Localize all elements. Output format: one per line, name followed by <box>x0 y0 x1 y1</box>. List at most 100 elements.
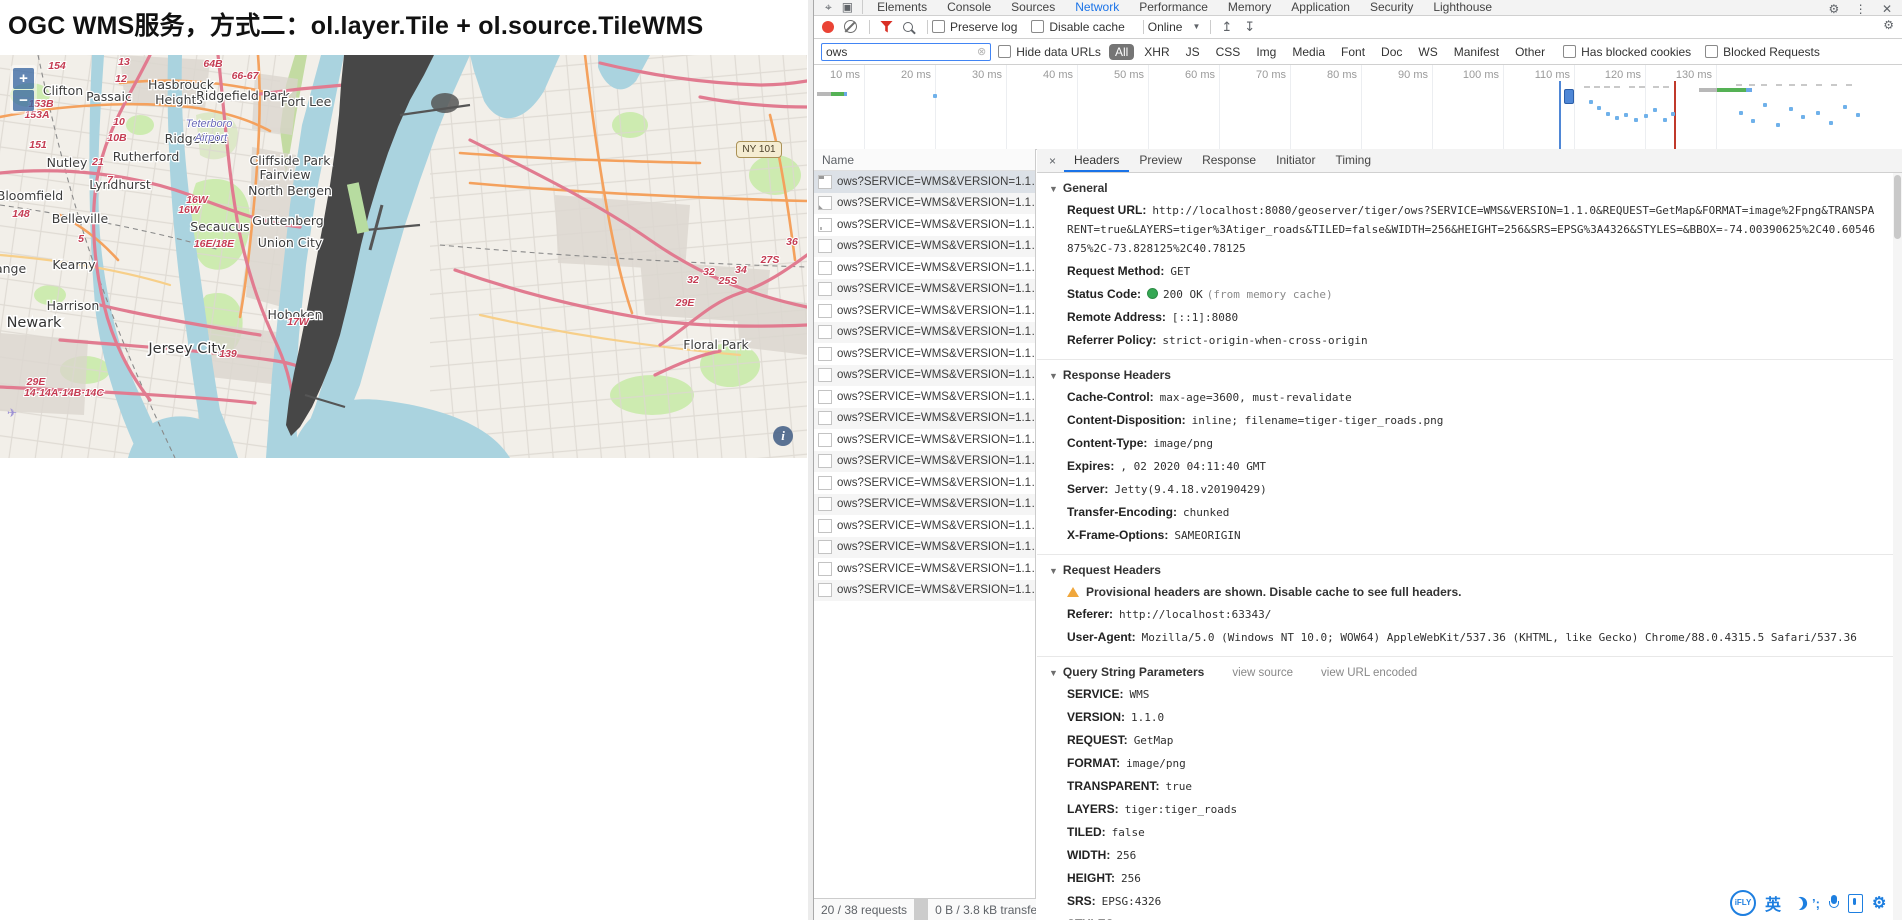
header-row: Cache-Control:max-age=3600, must-revalid… <box>1037 386 1893 409</box>
ime-language-toggle[interactable]: 英 <box>1765 891 1781 915</box>
place-label: Rutherford <box>113 149 180 164</box>
type-filter-js[interactable]: JS <box>1180 44 1206 60</box>
section-expander-icon[interactable]: ▼ <box>1049 371 1058 381</box>
request-row[interactable]: ows?SERVICE=WMS&VERSION=1.1…. <box>814 429 1035 451</box>
tab-memory[interactable]: Memory <box>1218 0 1281 16</box>
route-number-label: 17W <box>287 316 310 328</box>
details-tab-initiator[interactable]: Initiator <box>1266 149 1325 172</box>
network-settings-gear-icon[interactable]: ⚙ <box>1883 18 1894 32</box>
transferred-size: 0 B / 3.8 kB transferre <box>928 903 1036 917</box>
name-column-header[interactable]: Name <box>814 149 1035 171</box>
close-devtools-icon[interactable]: ✕ <box>1882 2 1892 16</box>
tab-console[interactable]: Console <box>937 0 1001 16</box>
request-row[interactable]: ows?SERVICE=WMS&VERSION=1.1…. <box>814 408 1035 430</box>
grid-line <box>864 65 865 149</box>
details-tab-timing[interactable]: Timing <box>1325 149 1381 172</box>
attribution-info-button[interactable]: i <box>773 426 793 446</box>
type-filter-doc[interactable]: Doc <box>1375 44 1408 60</box>
zoom-out-button[interactable]: − <box>13 90 34 111</box>
inspect-icon[interactable]: ⌖ <box>825 0 832 15</box>
voice-pad-icon[interactable] <box>1848 894 1863 913</box>
details-tab-response[interactable]: Response <box>1192 149 1266 172</box>
type-filter-media[interactable]: Media <box>1286 44 1331 60</box>
device-toolbar-icon[interactable]: ▣ <box>842 0 853 14</box>
type-filter-all[interactable]: All <box>1109 44 1134 60</box>
tab-network[interactable]: Network <box>1065 0 1129 16</box>
header-row: Remote Address:[::1]:8080 <box>1037 306 1893 329</box>
type-filter-font[interactable]: Font <box>1335 44 1371 60</box>
request-row[interactable]: ows?SERVICE=WMS&VERSION=1.1…. <box>814 300 1035 322</box>
tab-application[interactable]: Application <box>1281 0 1360 16</box>
tab-lighthouse[interactable]: Lighthouse <box>1423 0 1502 16</box>
preserve-log-checkbox[interactable] <box>932 20 945 33</box>
overview-dash <box>1789 84 1795 86</box>
blocked-requests-checkbox[interactable] <box>1705 45 1718 58</box>
request-row[interactable]: ows?SERVICE=WMS&VERSION=1.1…. <box>814 343 1035 365</box>
main-tabs: ElementsConsoleSourcesNetworkPerformance… <box>867 0 1502 16</box>
request-row[interactable]: ows?SERVICE=WMS&VERSION=1.1…. <box>814 322 1035 344</box>
scrollbar-thumb[interactable] <box>1894 175 1901 239</box>
kebab-menu-icon[interactable]: ⋮ <box>1855 2 1867 16</box>
tab-elements[interactable]: Elements <box>867 0 937 16</box>
request-row[interactable]: ows?SERVICE=WMS&VERSION=1.1…. <box>814 580 1035 602</box>
request-row[interactable]: ows?SERVICE=WMS&VERSION=1.1…. <box>814 386 1035 408</box>
type-filter-manifest[interactable]: Manifest <box>1448 44 1505 60</box>
section-expander-icon[interactable]: ▼ <box>1049 566 1058 576</box>
tab-performance[interactable]: Performance <box>1129 0 1218 16</box>
ime-logo[interactable]: iFLY <box>1730 890 1756 916</box>
zoom-in-button[interactable]: + <box>13 68 34 89</box>
section-link[interactable]: view source <box>1232 667 1293 679</box>
section-link[interactable]: view URL encoded <box>1321 667 1417 679</box>
type-filter-css[interactable]: CSS <box>1210 44 1247 60</box>
import-har-icon[interactable]: ↥ <box>1221 19 1232 35</box>
request-row[interactable]: ows?SERVICE=WMS&VERSION=1.1…. <box>814 451 1035 473</box>
clear-icon[interactable] <box>844 20 857 33</box>
type-filter-other[interactable]: Other <box>1509 44 1551 60</box>
section-title[interactable]: ▼Request Headers <box>1037 559 1893 581</box>
moon-icon[interactable] <box>1789 895 1805 911</box>
details-scrollbar[interactable] <box>1893 173 1902 920</box>
disable-cache-checkbox[interactable] <box>1031 20 1044 33</box>
type-filter-img[interactable]: Img <box>1250 44 1282 60</box>
request-row[interactable]: ows?SERVICE=WMS&VERSION=1.1…. <box>814 171 1035 193</box>
request-row[interactable]: ows?SERVICE=WMS&VERSION=1.1…. <box>814 537 1035 559</box>
microphone-icon[interactable] <box>1829 895 1839 911</box>
request-row[interactable]: ows?SERVICE=WMS&VERSION=1.1…. <box>814 214 1035 236</box>
section-title[interactable]: ▼Query String Parametersview sourceview … <box>1037 661 1893 683</box>
request-row[interactable]: ows?SERVICE=WMS&VERSION=1.1…. <box>814 472 1035 494</box>
filter-funnel-icon[interactable] <box>880 21 893 33</box>
clear-filter-icon[interactable]: ⊗ <box>977 45 986 58</box>
section-expander-icon[interactable]: ▼ <box>1049 668 1058 678</box>
search-icon[interactable] <box>903 22 913 32</box>
request-row[interactable]: ows?SERVICE=WMS&VERSION=1.1…. <box>814 494 1035 516</box>
type-filter-ws[interactable]: WS <box>1412 44 1443 60</box>
tab-sources[interactable]: Sources <box>1001 0 1065 16</box>
ime-punctuation-toggle[interactable]: ’; <box>1812 896 1820 911</box>
hide-data-urls-checkbox[interactable] <box>998 45 1011 58</box>
details-tab-preview[interactable]: Preview <box>1129 149 1192 172</box>
request-row[interactable]: ows?SERVICE=WMS&VERSION=1.1…. <box>814 257 1035 279</box>
details-tab-headers[interactable]: Headers <box>1064 149 1129 172</box>
throttling-select[interactable]: Online <box>1148 20 1183 34</box>
ime-settings-gear-icon[interactable]: ⚙ <box>1872 893 1886 913</box>
request-row[interactable]: ows?SERVICE=WMS&VERSION=1.1…. <box>814 193 1035 215</box>
request-row[interactable]: ows?SERVICE=WMS&VERSION=1.1…. <box>814 236 1035 258</box>
section-expander-icon[interactable]: ▼ <box>1049 184 1058 194</box>
section-title[interactable]: ▼Response Headers <box>1037 364 1893 386</box>
request-row[interactable]: ows?SERVICE=WMS&VERSION=1.1…. <box>814 279 1035 301</box>
details-tab-bar: × HeadersPreviewResponseInitiatorTiming <box>1037 149 1902 173</box>
export-har-icon[interactable]: ↧ <box>1244 19 1255 35</box>
request-row[interactable]: ows?SERVICE=WMS&VERSION=1.1…. <box>814 365 1035 387</box>
request-row[interactable]: ows?SERVICE=WMS&VERSION=1.1…. <box>814 558 1035 580</box>
openlayers-map[interactable]: CliftonPassaicHasbrouckHeightsRidgefield… <box>0 55 807 458</box>
type-filter-xhr[interactable]: XHR <box>1138 44 1175 60</box>
has-blocked-cookies-checkbox[interactable] <box>1563 45 1576 58</box>
network-overview-timeline[interactable]: 10 ms20 ms30 ms40 ms50 ms60 ms70 ms80 ms… <box>814 65 1902 150</box>
settings-gear-icon[interactable]: ⚙ <box>1828 2 1839 16</box>
section-title[interactable]: ▼General <box>1037 177 1893 199</box>
close-details-icon[interactable]: × <box>1041 154 1064 168</box>
tab-security[interactable]: Security <box>1360 0 1423 16</box>
record-button[interactable] <box>822 21 834 33</box>
request-row[interactable]: ows?SERVICE=WMS&VERSION=1.1…. <box>814 515 1035 537</box>
filter-input[interactable] <box>821 43 991 61</box>
